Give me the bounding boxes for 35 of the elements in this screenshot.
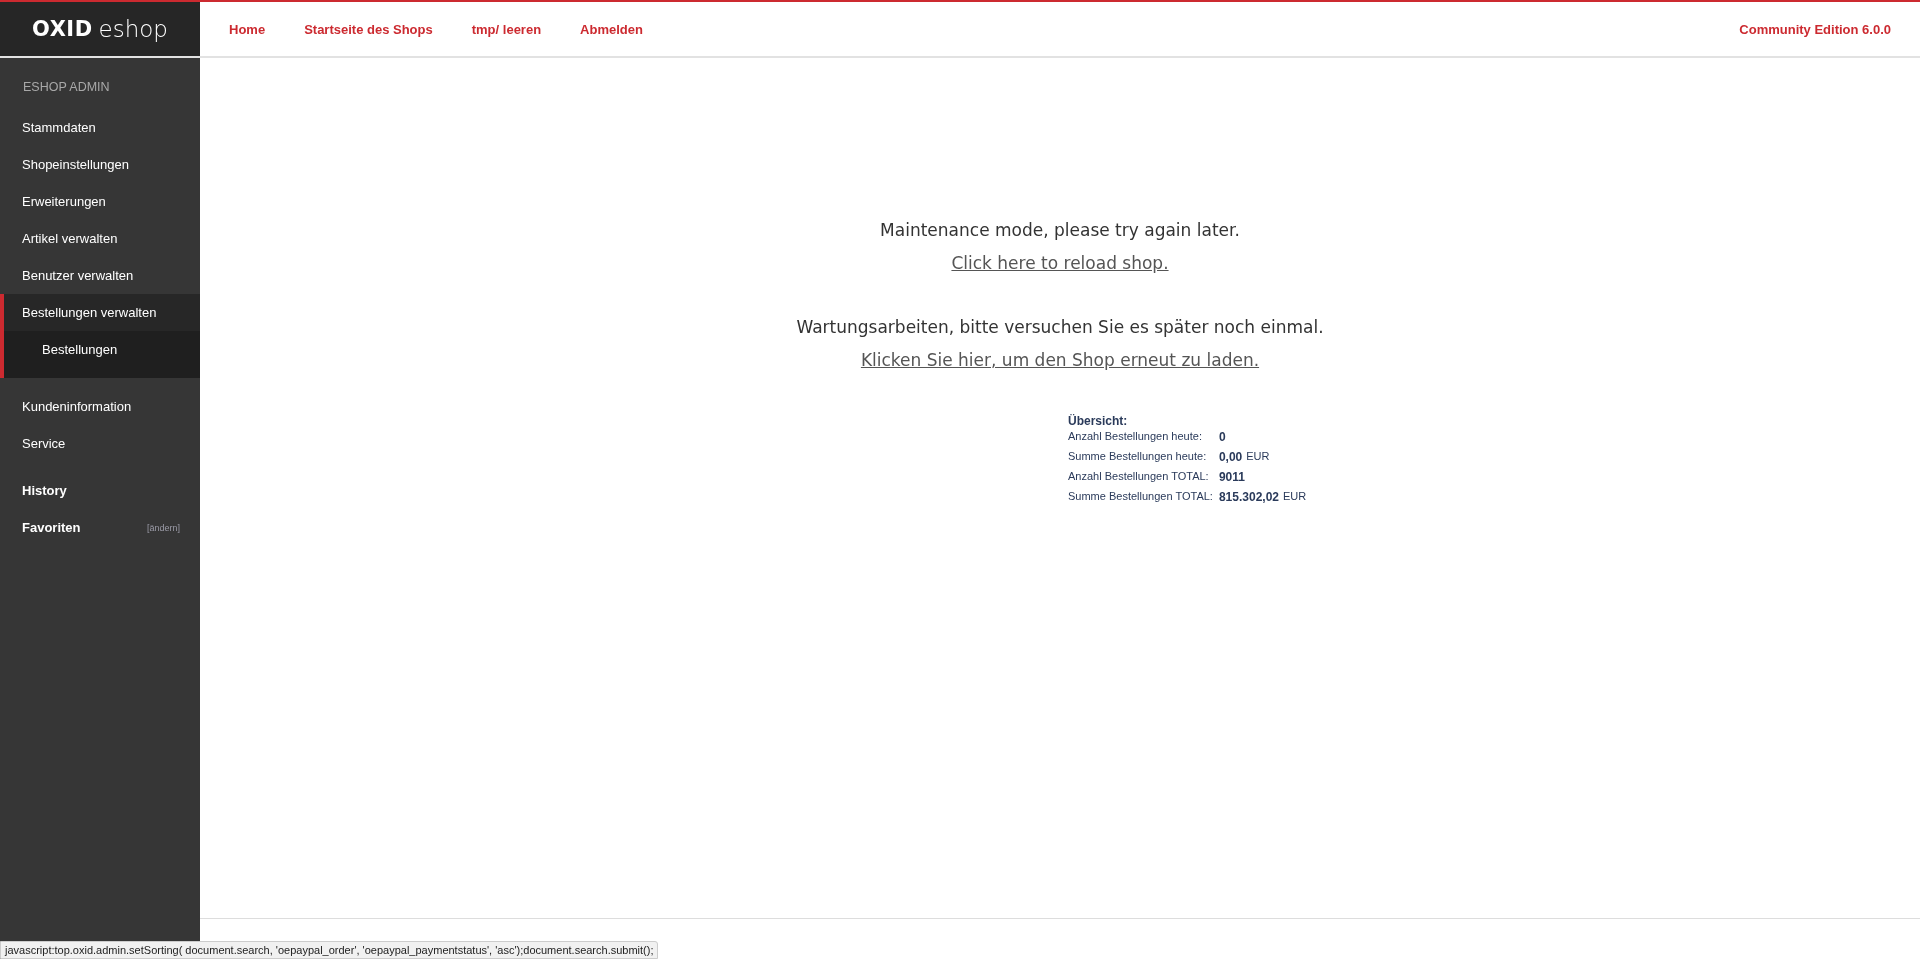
reload-link[interactable]: Click here to reload shop. [951, 253, 1169, 273]
overview-title: Übersicht: [1068, 414, 1129, 428]
nav-link[interactable]: tmp/ leeren [471, 21, 542, 37]
overview-value: 815.302,02 [1218, 490, 1279, 504]
edit-link[interactable]: [ändern] [146, 522, 180, 533]
sidebar-item[interactable]: Shopeinstellungen [0, 146, 200, 183]
status-bar: javascript:top.oxid.admin.setSorting( document.search, 'oepaypal_order', 'oepaypal_paymentstatus', 'asc');document.search.submit(); [0, 941, 659, 959]
overview-value: 0 [1218, 430, 1226, 444]
edition-label: Community Edition 6.0.0 [1739, 21, 1891, 37]
favorites-item[interactable]: Favoriten [22, 520, 81, 535]
nav-link[interactable]: Abmelden [580, 21, 643, 37]
nav-link[interactable]: Startseite des Shops [304, 21, 433, 37]
sidebar-item[interactable]: Stammdaten [0, 109, 200, 146]
overview-label: Anzahl Bestellungen TOTAL: [1068, 470, 1210, 484]
nav-link[interactable]: Home [229, 21, 266, 37]
sidebar-item[interactable]: Erweiterungen [0, 183, 200, 220]
currency-label: EUR [1246, 450, 1270, 464]
sidebar-item[interactable]: Artikel verwalten [0, 220, 200, 257]
overview-label: Anzahl Bestellungen heute: [1068, 430, 1203, 444]
sidebar-item[interactable]: Kundeninformation [0, 388, 200, 425]
overview-value: 0,00 [1218, 450, 1243, 464]
sidebar-item[interactable]: Service [0, 425, 200, 462]
sidebar-subitem[interactable]: Bestellungen [4, 331, 200, 378]
overview-label: Summe Bestellungen TOTAL: [1068, 490, 1213, 504]
overview-label: Summe Bestellungen heute: [1068, 450, 1208, 464]
sidebar-item[interactable]: Bestellungen verwalten [4, 294, 200, 331]
sidebar-item[interactable]: Benutzer verwalten [0, 257, 200, 294]
logo: OXID eshop [0, 2, 200, 56]
sidebar-heading: ESHOP ADMIN [22, 80, 111, 96]
currency-label: EUR [1283, 490, 1307, 504]
overview-value: 9011 [1218, 470, 1245, 484]
maintenance-message: Wartungsarbeiten, bitte versuchen Sie es später noch einmal. [796, 317, 1324, 337]
maintenance-message: Maintenance mode, please try again later. [880, 220, 1240, 240]
reload-link[interactable]: Klicken Sie hier, um den Shop erneut zu laden. [860, 350, 1260, 370]
history-item[interactable]: History [0, 472, 200, 509]
